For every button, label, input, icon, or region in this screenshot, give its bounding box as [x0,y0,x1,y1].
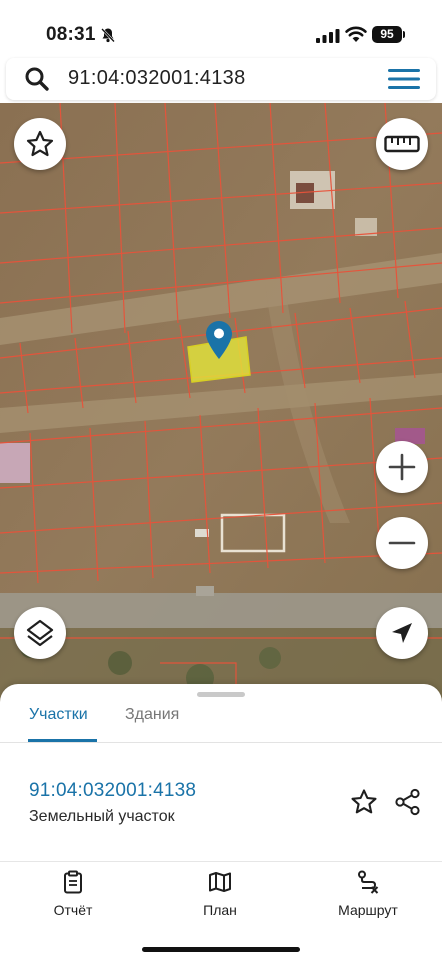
map-pin-icon[interactable] [206,321,232,359]
nav-route-label: Маршрут [338,902,398,918]
bottom-navigation: Отчёт План Маршрут [0,861,442,961]
map-plan-icon [209,872,231,892]
battery-level: 95 [372,26,402,43]
satellite-map-imagery [0,103,442,703]
share-icon[interactable] [394,788,422,816]
route-icon [358,870,379,894]
star-outline-icon[interactable] [350,788,378,816]
ruler-icon [384,135,420,153]
my-location-button[interactable] [376,607,428,659]
battery-cap [403,31,405,38]
zoom-in-button[interactable] [376,441,428,493]
favorite-map-button[interactable] [14,118,66,170]
navigation-arrow-icon [392,623,412,643]
zoom-out-button[interactable] [376,517,428,569]
tab-buildings[interactable]: Здания [125,706,179,724]
star-outline-icon [26,130,54,157]
status-bar: 08:31 95 [0,0,442,58]
nav-plan[interactable]: План [165,870,275,918]
wifi-icon [345,26,367,42]
layers-icon [26,619,54,647]
nav-route[interactable]: Маршрут [313,870,423,918]
layers-button[interactable] [14,607,66,659]
home-indicator[interactable] [142,947,300,952]
minus-icon [388,541,416,545]
search-input[interactable]: 91:04:032001:4138 [68,67,246,90]
tab-parcels[interactable]: Участки [29,706,88,724]
status-time: 08:31 [46,24,96,45]
map-view[interactable] [0,103,442,703]
sheet-grabber[interactable] [197,692,245,697]
parcel-cadastral-number[interactable]: 91:04:032001:4138 [29,780,196,802]
plus-icon [388,453,416,481]
hamburger-menu-icon[interactable] [388,68,420,90]
nav-plan-label: План [203,902,237,918]
cellular-signal-icon [316,29,340,43]
bell-off-icon [101,28,115,43]
search-bar[interactable]: 91:04:032001:4138 [6,58,436,100]
parcel-type: Земельный участок [29,808,175,825]
tab-divider [0,742,442,743]
search-icon[interactable] [24,66,50,92]
measure-button[interactable] [376,118,428,170]
nav-report[interactable]: Отчёт [18,870,128,918]
nav-report-label: Отчёт [53,902,93,918]
report-icon [64,870,82,894]
